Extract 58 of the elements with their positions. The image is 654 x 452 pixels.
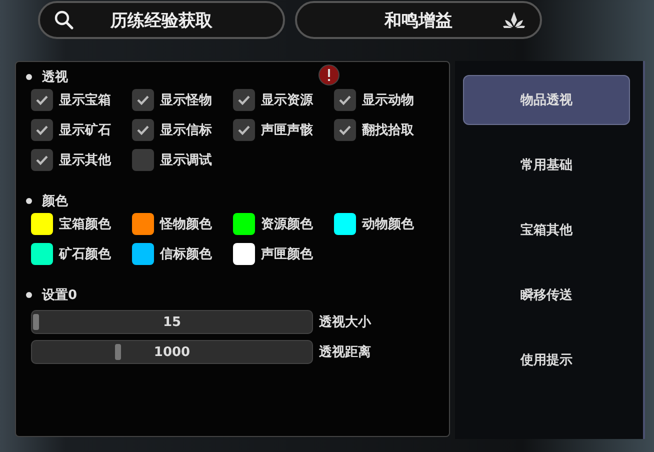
search-icon — [54, 10, 74, 30]
color-label: 动物颜色 — [362, 216, 414, 233]
checkbox-label: 显示怪物 — [160, 92, 212, 109]
color-label: 声匣颜色 — [261, 246, 313, 263]
sidebar-tab[interactable]: 宝箱其他 — [463, 205, 630, 255]
section-title: 透视 — [42, 69, 68, 86]
color-swatch[interactable] — [233, 213, 255, 235]
checkbox-label: 显示资源 — [261, 92, 313, 109]
slider[interactable]: 15 — [31, 310, 313, 334]
checkbox[interactable] — [334, 119, 356, 141]
checkbox-label: 显示其他 — [59, 152, 111, 169]
checkbox[interactable] — [31, 149, 53, 171]
sidebar-tab[interactable]: 使用提示 — [463, 335, 630, 385]
checkbox[interactable] — [31, 89, 53, 111]
checkbox-label: 显示动物 — [362, 92, 414, 109]
section-title: 设置0 — [42, 287, 78, 304]
sidebar-tab[interactable]: 瞬移传送 — [463, 270, 630, 320]
color-label: 资源颜色 — [261, 216, 313, 233]
checkbox-label: 翻找拾取 — [362, 122, 414, 139]
slider[interactable]: 1000 — [31, 340, 313, 364]
checkbox[interactable] — [132, 149, 154, 171]
top-button[interactable]: 和鸣增益 — [295, 1, 542, 39]
alert-icon — [318, 64, 340, 86]
slider-thumb[interactable] — [114, 344, 121, 360]
color-label: 信标颜色 — [160, 246, 212, 263]
checkbox[interactable] — [334, 89, 356, 111]
color-label: 怪物颜色 — [160, 216, 212, 233]
section-title: 颜色 — [42, 192, 68, 210]
checkbox[interactable] — [233, 89, 255, 111]
color-swatch[interactable] — [31, 243, 53, 265]
bullet-icon — [26, 292, 32, 298]
checkbox-label: 显示调试 — [160, 152, 212, 169]
checkbox[interactable] — [31, 119, 53, 141]
checkbox-label: 显示矿石 — [59, 122, 111, 139]
slider-label: 透视距离 — [319, 344, 371, 361]
checkbox-label: 显示宝箱 — [59, 92, 111, 109]
sidebar-tab[interactable]: 物品透视 — [463, 75, 630, 125]
slider-label: 透视大小 — [319, 314, 371, 331]
color-label: 宝箱颜色 — [59, 216, 111, 233]
slider-thumb[interactable] — [33, 314, 39, 330]
checkbox[interactable] — [132, 89, 154, 111]
color-label: 矿石颜色 — [59, 246, 111, 263]
lotus-icon — [502, 11, 526, 29]
bullet-icon — [26, 74, 32, 80]
sidebar-tab[interactable]: 常用基础 — [463, 140, 630, 190]
top-button[interactable]: 历练经验获取 — [38, 1, 285, 39]
color-swatch[interactable] — [233, 243, 255, 265]
bullet-icon — [26, 198, 32, 204]
checkbox[interactable] — [132, 119, 154, 141]
checkbox-label: 显示信标 — [160, 122, 212, 139]
color-swatch[interactable] — [132, 213, 154, 235]
checkbox-label: 声匣声骸 — [261, 122, 313, 139]
checkbox[interactable] — [233, 119, 255, 141]
color-swatch[interactable] — [31, 213, 53, 235]
color-swatch[interactable] — [334, 213, 356, 235]
slider-value: 15 — [162, 314, 182, 330]
slider-value: 1000 — [154, 344, 190, 360]
color-swatch[interactable] — [132, 243, 154, 265]
